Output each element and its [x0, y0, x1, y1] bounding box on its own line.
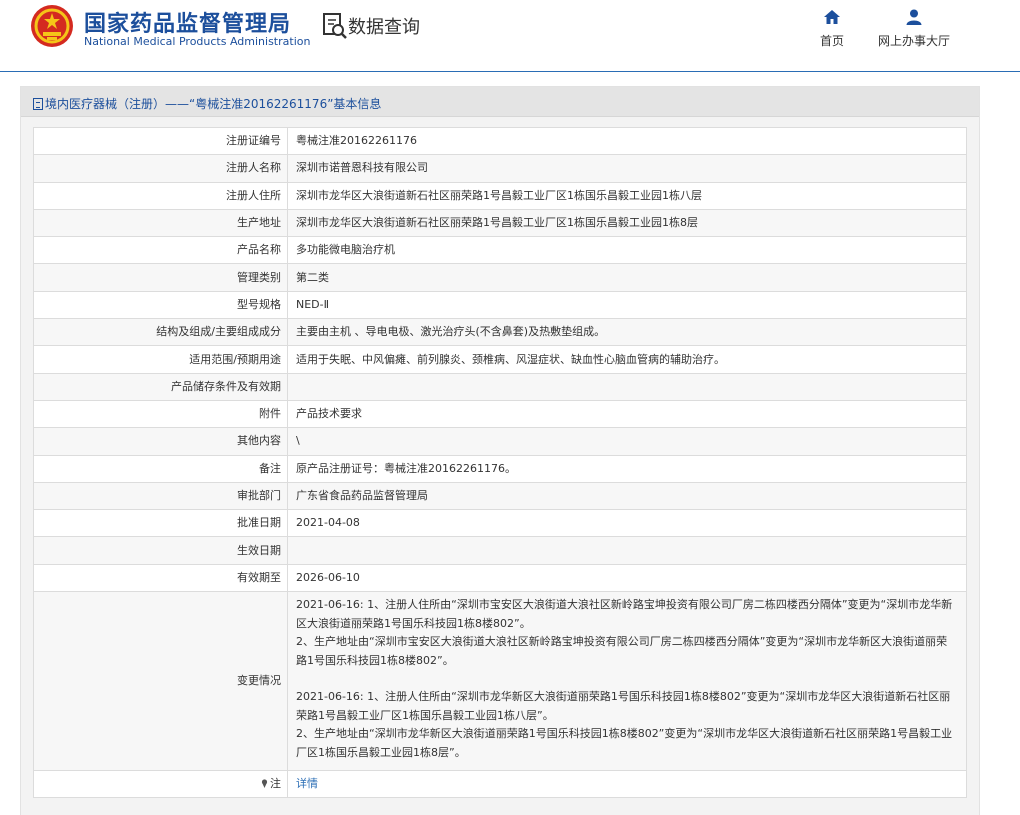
row-value: 产品技术要求: [287, 399, 967, 429]
row-value: 广东省食品药品监督管理局: [287, 481, 967, 511]
table-row: 生产地址 深圳市龙华区大浪街道新石社区丽荣路1号昌毅工业厂区1栋国乐昌毅工业园1…: [33, 208, 967, 238]
table-row: 管理类别 第二类: [33, 263, 967, 292]
panel-header: 境内医疗器械（注册）——“粤械注准20162261176”基本信息: [21, 87, 979, 117]
pin-icon: [261, 779, 268, 789]
table-row: 附件 产品技术要求: [33, 399, 967, 429]
row-value: 原产品注册证号：粤械注准20162261176。: [287, 454, 967, 483]
row-label: 产品储存条件及有效期: [33, 372, 288, 401]
row-value: 2021-04-08: [287, 509, 967, 538]
panel-title-text: 境内医疗器械（注册）——“粤械注准20162261176”基本信息: [45, 97, 382, 111]
row-value: 2026-06-10: [287, 563, 967, 593]
change-paragraph: 2、生产地址由“深圳市龙华新区大浪街道丽荣路1号国乐科技园1栋8楼802”变更为…: [296, 727, 953, 759]
nav-home-label: 首页: [819, 34, 844, 48]
row-label: 结构及组成/主要组成成分: [33, 318, 288, 347]
row-label: 审批部门: [33, 481, 288, 511]
note-label-cell: 注: [33, 770, 288, 799]
table-row-note: 注 详情: [33, 770, 967, 799]
change-history-value: 2021-06-16: 1、注册人住所由“深圳市宝安区大浪街道大浪社区新岭路宝坤…: [287, 591, 967, 772]
change-paragraph: 2、生产地址由“深圳市宝安区大浪街道大浪社区新岭路宝坤投资有限公司厂房二栋四楼西…: [296, 635, 948, 667]
row-label: 产品名称: [33, 236, 288, 265]
home-icon: [824, 10, 840, 24]
row-label: 其他内容: [33, 427, 288, 456]
row-value: 主要由主机 、导电电极、激光治疗头(不含鼻套)及热敷垫组成。: [287, 318, 967, 347]
site-header: 国家药品监督管理局 National Medical Products Admi…: [0, 0, 1020, 72]
row-value: 深圳市诺普恩科技有限公司: [287, 154, 967, 183]
table-row-change-history: 变更情况 2021-06-16: 1、注册人住所由“深圳市宝安区大浪街道大浪社区新…: [33, 591, 967, 772]
table-row: 备注 原产品注册证号：粤械注准20162261176。: [33, 454, 967, 483]
row-label: 生产地址: [33, 208, 288, 238]
table-row: 生效日期: [33, 536, 967, 565]
table-row: 产品名称 多功能微电脑治疗机: [33, 236, 967, 265]
national-emblem-icon: [31, 5, 73, 47]
nav-online-hall-label: 网上办事大厅: [877, 34, 950, 48]
row-value: NED-Ⅱ: [287, 290, 967, 320]
table-row: 结构及组成/主要组成成分 主要由主机 、导电电极、激光治疗头(不含鼻套)及热敷垫…: [33, 318, 967, 347]
table-row: 审批部门 广东省食品药品监督管理局: [33, 481, 967, 511]
row-value: 第二类: [287, 263, 967, 292]
document-icon: [33, 98, 43, 110]
row-value: \: [287, 427, 967, 456]
table-row: 注册证编号 粤械注准20162261176: [33, 126, 967, 156]
change-paragraph: 2021-06-16: 1、注册人住所由“深圳市宝安区大浪街道大浪社区新岭路宝坤…: [296, 598, 953, 630]
table-row: 有效期至 2026-06-10: [33, 563, 967, 593]
panel-title: 境内医疗器械（注册）——“粤械注准20162261176”基本信息: [33, 95, 381, 112]
row-value: 多功能微电脑治疗机: [287, 236, 967, 265]
row-label: 适用范围/预期用途: [33, 345, 288, 374]
data-query-title: 数据查询: [348, 17, 420, 38]
row-label: 管理类别: [33, 263, 288, 292]
row-value: 适用于失眠、中风偏瘫、前列腺炎、颈椎病、风湿症状、缺血性心脑血管病的辅助治疗。: [287, 345, 967, 374]
row-label: 有效期至: [33, 563, 288, 593]
row-label: 注册人住所: [33, 181, 288, 210]
row-value: 深圳市龙华区大浪街道新石社区丽荣路1号昌毅工业厂区1栋国乐昌毅工业园1栋8层: [287, 208, 967, 238]
row-label: 生效日期: [33, 536, 288, 565]
row-label: 注册证编号: [33, 126, 288, 156]
table-row: 其他内容 \: [33, 427, 967, 456]
table-row: 注册人名称 深圳市诺普恩科技有限公司: [33, 154, 967, 183]
row-value: 深圳市龙华区大浪街道新石社区丽荣路1号昌毅工业厂区1栋国乐昌毅工业园1栋八层: [287, 181, 967, 210]
details-link[interactable]: 详情: [296, 777, 318, 790]
change-paragraph: 2021-06-16: 1、注册人住所由“深圳市龙华新区大浪街道丽荣路1号国乐科…: [296, 690, 951, 722]
row-label: 附件: [33, 399, 288, 429]
row-label: 变更情况: [33, 591, 288, 772]
row-value: [287, 372, 967, 401]
row-label: 注册人名称: [33, 154, 288, 183]
device-info-table: 注册证编号 粤械注准20162261176 注册人名称 深圳市诺普恩科技有限公司…: [33, 126, 967, 799]
table-row: 注册人住所 深圳市龙华区大浪街道新石社区丽荣路1号昌毅工业厂区1栋国乐昌毅工业园…: [33, 181, 967, 210]
table-row: 产品储存条件及有效期: [33, 372, 967, 401]
table-row: 型号规格 NED-Ⅱ: [33, 290, 967, 320]
row-label: 型号规格: [33, 290, 288, 320]
nav-online-hall[interactable]: 网上办事大厅: [872, 8, 956, 49]
row-label: 备注: [33, 454, 288, 483]
row-value: [287, 536, 967, 565]
org-name-en: National Medical Products Administration: [84, 35, 311, 48]
user-icon: [906, 9, 922, 25]
note-value-cell: 详情: [287, 770, 967, 799]
data-query-icon: [323, 13, 347, 39]
org-name-cn: 国家药品监督管理局: [84, 12, 292, 37]
table-row: 批准日期 2021-04-08: [33, 509, 967, 538]
note-label: 注: [270, 777, 281, 791]
row-label: 批准日期: [33, 509, 288, 538]
row-value: 粤械注准20162261176: [287, 126, 967, 156]
detail-panel: 境内医疗器械（注册）——“粤械注准20162261176”基本信息 注册证编号 …: [20, 86, 980, 815]
nav-home[interactable]: 首页: [812, 8, 852, 49]
table-row: 适用范围/预期用途 适用于失眠、中风偏瘫、前列腺炎、颈椎病、风湿症状、缺血性心脑…: [33, 345, 967, 374]
